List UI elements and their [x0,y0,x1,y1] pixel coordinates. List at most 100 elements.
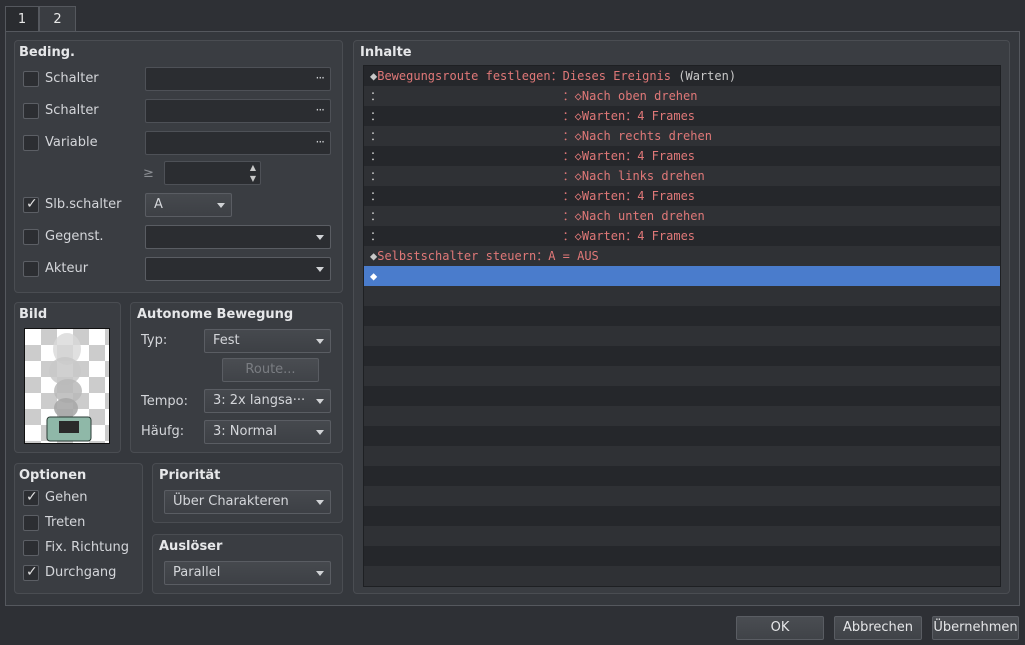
self-switch-label: Slb.schalter [45,197,122,212]
tab-page-2[interactable]: 2 [39,6,76,32]
event-command-list[interactable]: ◆Bewegungsroute festlegen：Dieses Ereigni… [363,65,1001,587]
command-row[interactable]: ： ：◇Warten：4 Frames [364,226,1000,246]
command-row-selected[interactable]: ◆ [364,266,1000,286]
option-direction-fix-label: Fix. Richtung [45,540,129,555]
variable-value-spinbox[interactable]: ▲ ▼ [164,161,261,185]
diamond-icon: ◆ [370,269,378,283]
empty-row [364,426,1000,446]
command-row[interactable]: ： ：◇Warten：4 Frames [364,106,1000,126]
chevron-down-icon [316,399,324,404]
checkmark-icon: ✓ [26,564,38,580]
actor-select[interactable] [145,257,331,281]
continuation-marker: ： [370,149,383,163]
command-row[interactable]: ◆Selbstschalter steuern：A = AUS [364,246,1000,266]
command-name: Selbstschalter steuern [377,249,537,263]
apply-button[interactable]: Übernehmen [932,616,1019,640]
switch2-checkbox[interactable] [23,103,39,119]
command-suffix: (Warten) [671,69,737,83]
item-select[interactable] [145,225,331,249]
continuation-marker: ： [370,229,383,243]
switch1-browse-button[interactable]: ··· [316,71,326,85]
ok-button[interactable]: OK [736,616,824,640]
conditions-title: Beding. [19,45,75,60]
checkmark-icon: ✓ [26,196,38,212]
route-button[interactable]: Route... [222,358,319,382]
smoke-sprite-icon [46,333,92,442]
switch2-field[interactable]: ··· [145,99,331,123]
variable-checkbox[interactable] [23,135,39,151]
variable-field[interactable]: ··· [145,131,331,155]
command-row[interactable]: ◆Bewegungsroute festlegen：Dieses Ereigni… [364,66,1000,86]
autonomous-title: Autonome Bewegung [137,307,294,322]
empty-row [364,466,1000,486]
spin-up-icon[interactable]: ▲ [250,163,256,172]
movement-type-select[interactable]: Fest [204,329,331,353]
command-separator: ： [562,89,575,103]
self-switch-select[interactable]: A [145,193,232,217]
trigger-select[interactable]: Parallel [164,561,331,585]
command-row[interactable]: ： ：◇Warten：4 Frames [364,146,1000,166]
speed-select[interactable]: 3: 2x langsa··· [204,389,331,413]
tab-page-1[interactable]: 1 [5,6,39,32]
empty-row [364,586,1000,587]
chevron-down-icon [316,339,324,344]
continuation-marker: ： [370,169,383,183]
command-row[interactable]: ： ：◇Nach links drehen [364,166,1000,186]
priority-select[interactable]: Über Charakteren [164,490,331,514]
switch2-browse-button[interactable]: ··· [316,103,326,117]
variable-label: Variable [45,135,98,150]
option-through-checkbox[interactable]: ✓ [23,564,39,581]
continuation-marker: ： [370,89,383,103]
cancel-button[interactable]: Abbrechen [834,616,922,640]
command-name: Bewegungsroute festlegen [377,69,551,83]
speed-label: Tempo: [141,394,188,409]
option-through-label: Durchgang [45,565,117,580]
variable-browse-button[interactable]: ··· [316,135,326,149]
command-separator: ： [562,209,575,223]
command-args: A = AUS [548,249,599,263]
actor-checkbox[interactable] [23,261,39,277]
trigger-title: Auslöser [159,539,223,554]
compare-symbol: ≥ [143,166,154,181]
command-row[interactable]: ： ：◇Warten：4 Frames [364,186,1000,206]
self-switch-checkbox[interactable]: ✓ [23,196,39,213]
item-checkbox[interactable] [23,229,39,245]
option-direction-fix-checkbox[interactable] [23,540,39,556]
frequency-value: 3: Normal [213,424,277,439]
continuation-marker: ： [370,109,383,123]
command-args: ◇Nach unten drehen [574,209,705,223]
empty-row [364,286,1000,306]
command-row[interactable]: ： ：◇Nach rechts drehen [364,126,1000,146]
event-graphic-preview[interactable] [24,328,110,444]
option-stepping-checkbox[interactable] [23,515,39,531]
option-walking-checkbox[interactable]: ✓ [23,489,39,506]
command-args: ◇Warten：4 Frames [574,229,696,243]
frequency-label: Häufg: [141,424,185,439]
chevron-down-icon [316,430,324,435]
priority-value: Über Charakteren [173,494,289,509]
priority-title: Priorität [159,468,221,483]
continuation-marker: ： [370,129,383,143]
empty-row [364,486,1000,506]
chevron-down-icon [316,500,324,505]
spin-down-icon[interactable]: ▼ [250,174,256,183]
switch1-field[interactable]: ··· [145,67,331,91]
switch1-checkbox[interactable] [23,71,39,87]
empty-row [364,526,1000,546]
frequency-select[interactable]: 3: Normal [204,420,331,444]
type-label: Typ: [141,333,168,348]
empty-row [364,446,1000,466]
option-walking-label: Gehen [45,490,88,505]
command-row[interactable]: ： ：◇Nach unten drehen [364,206,1000,226]
option-stepping-label: Treten [45,515,86,530]
actor-label: Akteur [45,261,89,276]
chevron-down-icon [316,267,324,272]
command-separator: ： [562,149,575,163]
command-row[interactable]: ： ：◇Nach oben drehen [364,86,1000,106]
